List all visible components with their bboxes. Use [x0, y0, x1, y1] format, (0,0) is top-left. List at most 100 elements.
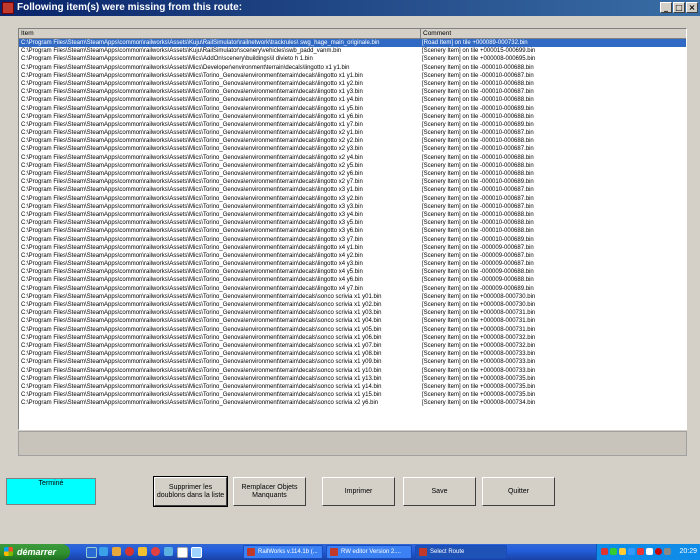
table-row[interactable]: C:\Program Files\Steam\SteamApps\common\…: [19, 88, 686, 96]
row-item-path: C:\Program Files\Steam\SteamApps\common\…: [21, 252, 363, 259]
row-comment: [Scenery Item] on tile -000010-000687.bi…: [422, 187, 534, 194]
column-header-item[interactable]: Item: [19, 29, 421, 38]
table-row[interactable]: C:\Program Files\Steam\SteamApps\common\…: [19, 350, 686, 358]
opera-icon[interactable]: [151, 547, 160, 556]
table-row[interactable]: C:\Program Files\Steam\SteamApps\common\…: [19, 96, 686, 104]
task-rw-editor[interactable]: RW editor Version 2....: [326, 545, 412, 559]
close-button[interactable]: ×: [686, 2, 698, 13]
window-titlebar[interactable]: Following item(s) were missing from this…: [0, 0, 700, 16]
row-comment: [Scenery Item] on tile -000010-000687.bi…: [422, 146, 534, 153]
table-row[interactable]: C:\Program Files\Steam\SteamApps\common\…: [19, 47, 686, 55]
table-row[interactable]: C:\Program Files\Steam\SteamApps\common\…: [19, 293, 686, 301]
internet-explorer-icon[interactable]: [99, 547, 108, 556]
row-comment: [Scenery Item] on tile -000010-000688.bi…: [422, 162, 534, 169]
row-comment: [Scenery Item] on tile -000010-000689.bi…: [422, 236, 534, 243]
table-row[interactable]: C:\Program Files\Steam\SteamApps\common\…: [19, 154, 686, 162]
table-row[interactable]: C:\Program Files\Steam\SteamApps\common\…: [19, 399, 686, 407]
quit-button[interactable]: Quitter: [482, 477, 555, 506]
remove-duplicates-button[interactable]: Supprimer les doublons dans la liste: [153, 476, 228, 507]
row-item-path: C:\Program Files\Steam\SteamApps\common\…: [21, 244, 363, 251]
row-item-path: C:\Program Files\Steam\SteamApps\common\…: [21, 351, 382, 358]
security-tray-icon[interactable]: [601, 548, 608, 555]
table-row[interactable]: C:\Program Files\Steam\SteamApps\common\…: [19, 178, 686, 186]
table-row[interactable]: C:\Program Files\Steam\SteamApps\common\…: [19, 39, 686, 48]
table-row[interactable]: C:\Program Files\Steam\SteamApps\common\…: [19, 383, 686, 391]
table-row[interactable]: C:\Program Files\Steam\SteamApps\common\…: [19, 72, 686, 80]
table-row[interactable]: C:\Program Files\Steam\SteamApps\common\…: [19, 64, 686, 72]
table-row[interactable]: C:\Program Files\Steam\SteamApps\common\…: [19, 358, 686, 366]
replace-missing-objects-button[interactable]: Remplacer Objets Manquants: [233, 477, 306, 506]
row-item-path: C:\Program Files\Steam\SteamApps\common\…: [21, 89, 363, 96]
row-item-path: C:\Program Files\Steam\SteamApps\common\…: [21, 400, 379, 407]
table-row[interactable]: C:\Program Files\Steam\SteamApps\common\…: [19, 334, 686, 342]
bluetooth-tray-icon[interactable]: [628, 548, 635, 555]
show-desktop-icon[interactable]: [86, 547, 97, 558]
maximize-button[interactable]: □: [673, 2, 685, 13]
row-item-path: C:\Program Files\Steam\SteamApps\common\…: [21, 383, 382, 390]
row-item-path: C:\Program Files\Steam\SteamApps\common\…: [21, 162, 363, 169]
table-row[interactable]: C:\Program Files\Steam\SteamApps\common\…: [19, 195, 686, 203]
table-row[interactable]: C:\Program Files\Steam\SteamApps\common\…: [19, 227, 686, 235]
start-label: démarrer: [17, 547, 57, 557]
table-row[interactable]: C:\Program Files\Steam\SteamApps\common\…: [19, 268, 686, 276]
row-comment: [Scenery Item] on tile +000008-000733.bi…: [422, 359, 536, 366]
network-tray-icon[interactable]: [610, 548, 617, 555]
table-row[interactable]: C:\Program Files\Steam\SteamApps\common\…: [19, 211, 686, 219]
select-route-icon: [419, 548, 427, 556]
messenger-tray-icon[interactable]: [655, 548, 662, 555]
table-row[interactable]: C:\Program Files\Steam\SteamApps\common\…: [19, 309, 686, 317]
column-header-comment[interactable]: Comment: [421, 29, 686, 38]
table-row[interactable]: C:\Program Files\Steam\SteamApps\common\…: [19, 236, 686, 244]
table-row[interactable]: C:\Program Files\Steam\SteamApps\common\…: [19, 391, 686, 399]
media-player-icon[interactable]: [125, 547, 134, 556]
print-button[interactable]: Imprimer: [322, 477, 395, 506]
row-item-path: C:\Program Files\Steam\SteamApps\common\…: [21, 154, 363, 161]
missing-items-list[interactable]: Item Comment C:\Program Files\Steam\Stea…: [18, 28, 687, 430]
row-comment: [Scenery Item] on tile -000010-000687.bi…: [422, 203, 534, 210]
table-row[interactable]: C:\Program Files\Steam\SteamApps\common\…: [19, 260, 686, 268]
table-row[interactable]: C:\Program Files\Steam\SteamApps\common\…: [19, 80, 686, 88]
table-row[interactable]: C:\Program Files\Steam\SteamApps\common\…: [19, 317, 686, 325]
start-button[interactable]: démarrer: [0, 544, 70, 560]
alert-tray-icon[interactable]: [637, 548, 644, 555]
row-item-path: C:\Program Files\Steam\SteamApps\common\…: [21, 269, 363, 276]
folder-icon[interactable]: [138, 547, 147, 556]
table-row[interactable]: C:\Program Files\Steam\SteamApps\common\…: [19, 170, 686, 178]
table-row[interactable]: C:\Program Files\Steam\SteamApps\common\…: [19, 276, 686, 284]
table-row[interactable]: C:\Program Files\Steam\SteamApps\common\…: [19, 301, 686, 309]
table-row[interactable]: C:\Program Files\Steam\SteamApps\common\…: [19, 121, 686, 129]
table-row[interactable]: C:\Program Files\Steam\SteamApps\common\…: [19, 375, 686, 383]
list-header: Item Comment: [19, 29, 686, 39]
notepad-icon[interactable]: [177, 547, 188, 558]
messenger-icon[interactable]: [164, 547, 173, 556]
table-row[interactable]: C:\Program Files\Steam\SteamApps\common\…: [19, 285, 686, 293]
volume-tray-icon[interactable]: [646, 548, 653, 555]
table-row[interactable]: C:\Program Files\Steam\SteamApps\common\…: [19, 162, 686, 170]
antivirus-tray-icon[interactable]: [619, 548, 626, 555]
steam-icon[interactable]: [191, 547, 202, 558]
table-row[interactable]: C:\Program Files\Steam\SteamApps\common\…: [19, 203, 686, 211]
table-row[interactable]: C:\Program Files\Steam\SteamApps\common\…: [19, 55, 686, 63]
table-row[interactable]: C:\Program Files\Steam\SteamApps\common\…: [19, 252, 686, 260]
row-item-path: C:\Program Files\Steam\SteamApps\common\…: [21, 138, 363, 145]
table-row[interactable]: C:\Program Files\Steam\SteamApps\common\…: [19, 105, 686, 113]
table-row[interactable]: C:\Program Files\Steam\SteamApps\common\…: [19, 342, 686, 350]
quit-label: Quitter: [507, 487, 529, 495]
update-tray-icon[interactable]: [664, 548, 671, 555]
table-row[interactable]: C:\Program Files\Steam\SteamApps\common\…: [19, 244, 686, 252]
table-row[interactable]: C:\Program Files\Steam\SteamApps\common\…: [19, 367, 686, 375]
table-row[interactable]: C:\Program Files\Steam\SteamApps\common\…: [19, 137, 686, 145]
table-row[interactable]: C:\Program Files\Steam\SteamApps\common\…: [19, 186, 686, 194]
table-row[interactable]: C:\Program Files\Steam\SteamApps\common\…: [19, 219, 686, 227]
table-row[interactable]: C:\Program Files\Steam\SteamApps\common\…: [19, 326, 686, 334]
minimize-button[interactable]: _: [660, 2, 672, 13]
task-railworks[interactable]: RailWorks v.114.1b (...: [243, 545, 323, 559]
table-row[interactable]: C:\Program Files\Steam\SteamApps\common\…: [19, 145, 686, 153]
table-row[interactable]: C:\Program Files\Steam\SteamApps\common\…: [19, 113, 686, 121]
save-button[interactable]: Save: [403, 477, 476, 506]
table-row[interactable]: C:\Program Files\Steam\SteamApps\common\…: [19, 129, 686, 137]
task-select-route[interactable]: Select Route: [415, 545, 507, 559]
row-comment: [Scenery Item] on tile -000010-000688.bi…: [422, 228, 534, 235]
row-item-path: C:\Program Files\Steam\SteamApps\common\…: [21, 105, 363, 112]
mail-icon[interactable]: [112, 547, 121, 556]
